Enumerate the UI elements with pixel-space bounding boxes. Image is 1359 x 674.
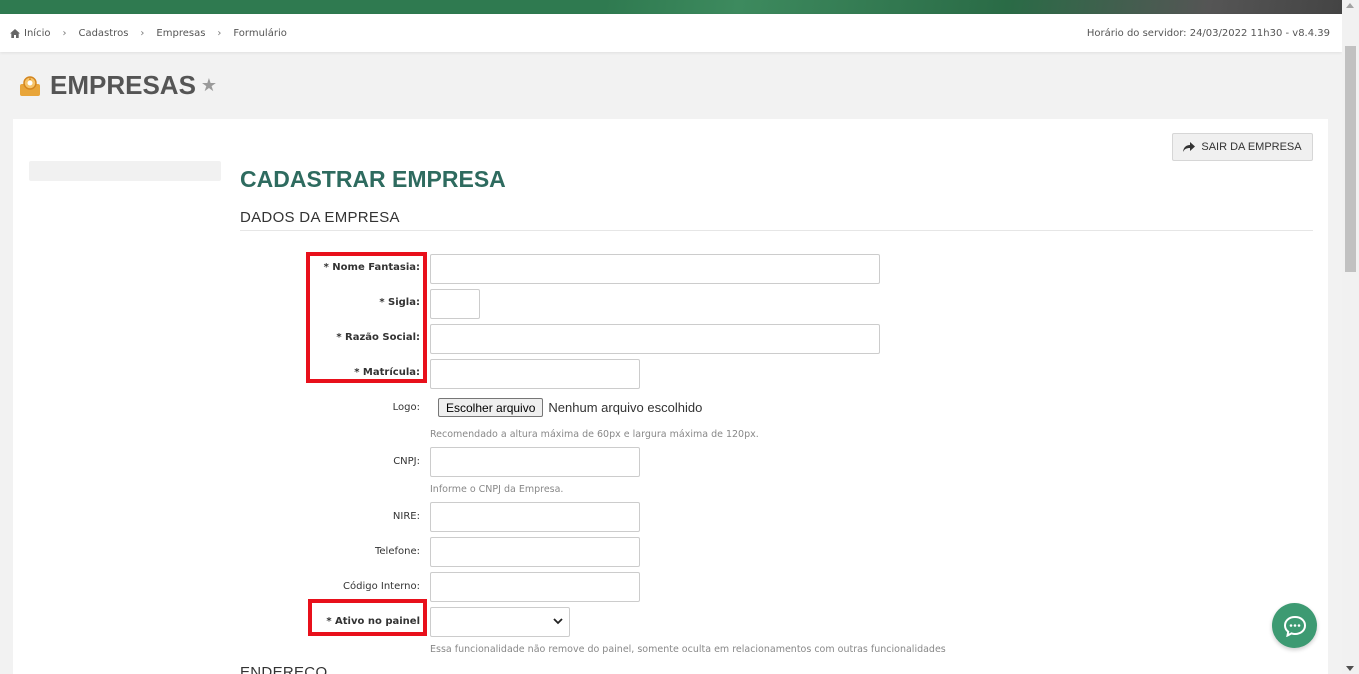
scrollbar-thumb[interactable] — [1345, 46, 1356, 272]
section-divider — [240, 230, 1313, 231]
logo-label: Logo: — [392, 402, 420, 413]
company-logo-icon — [20, 75, 40, 96]
chat-button[interactable] — [1272, 603, 1317, 648]
star-icon[interactable]: ★ — [201, 75, 217, 96]
side-menu-placeholder — [29, 161, 221, 181]
required-fields-highlight — [306, 252, 427, 383]
page-title: EMPRESAS — [50, 70, 196, 100]
breadcrumb: Início › Cadastros › Empresas › Formulár… — [10, 28, 287, 39]
section-title-address: ENDEREÇO — [240, 664, 328, 674]
main-panel: SAIR DA EMPRESA CADASTRAR EMPRESA DADOS … — [13, 119, 1328, 674]
nome-fantasia-input[interactable] — [430, 254, 880, 284]
nire-label: NIRE: — [392, 511, 420, 522]
active-field-highlight — [308, 599, 427, 636]
logo-file-picker: Escolher arquivo Nenhum arquivo escolhid… — [438, 398, 702, 417]
telefone-label: Telefone: — [375, 546, 420, 557]
home-icon — [10, 29, 20, 38]
nire-input[interactable] — [430, 502, 640, 532]
cnpj-input[interactable] — [430, 447, 640, 477]
exit-company-label: SAIR DA EMPRESA — [1201, 141, 1302, 153]
page-header: EMPRESAS ★ — [18, 70, 217, 101]
breadcrumb-item-cadastros[interactable]: Cadastros — [78, 28, 128, 39]
ativo-painel-select[interactable] — [430, 607, 570, 637]
form-title: CADASTRAR EMPRESA — [240, 166, 506, 192]
top-header-bar — [0, 0, 1342, 14]
breadcrumb-item-inicio[interactable]: Início — [24, 28, 50, 39]
matricula-input[interactable] — [430, 359, 640, 389]
codigo-interno-label: Código Interno: — [343, 581, 420, 592]
chevron-right-icon: › — [217, 28, 222, 39]
file-status: Nenhum arquivo escolhido — [548, 400, 703, 415]
chat-bubble-icon — [1283, 615, 1306, 637]
scroll-down-icon[interactable] — [1346, 666, 1354, 671]
scroll-up-icon[interactable] — [1346, 3, 1354, 8]
choose-file-button[interactable]: Escolher arquivo — [438, 398, 544, 417]
razao-social-input[interactable] — [430, 324, 880, 354]
section-title-company: DADOS DA EMPRESA — [240, 209, 400, 226]
codigo-interno-input[interactable] — [430, 572, 640, 602]
chevron-right-icon: › — [140, 28, 145, 39]
cnpj-label: CNPJ: — [393, 456, 420, 467]
chevron-right-icon: › — [62, 28, 67, 39]
cnpj-help: Informe o CNPJ da Empresa. — [430, 484, 564, 495]
vertical-scrollbar[interactable] — [1342, 0, 1359, 674]
ativo-painel-help: Essa funcionalidade não remove do painel… — [430, 644, 946, 655]
sigla-input[interactable] — [430, 289, 480, 319]
share-arrow-icon — [1183, 142, 1196, 152]
logo-help: Recomendado a altura máxima de 60px e la… — [430, 429, 759, 440]
exit-company-button[interactable]: SAIR DA EMPRESA — [1172, 133, 1313, 161]
breadcrumb-item-formulario: Formulário — [233, 28, 287, 39]
breadcrumb-item-empresas[interactable]: Empresas — [156, 28, 205, 39]
breadcrumb-bar: Início › Cadastros › Empresas › Formulár… — [0, 14, 1342, 52]
chevron-down-icon — [553, 618, 563, 625]
server-time: Horário do servidor: 24/03/2022 11h30 - … — [1086, 28, 1330, 39]
telefone-input[interactable] — [430, 537, 640, 567]
